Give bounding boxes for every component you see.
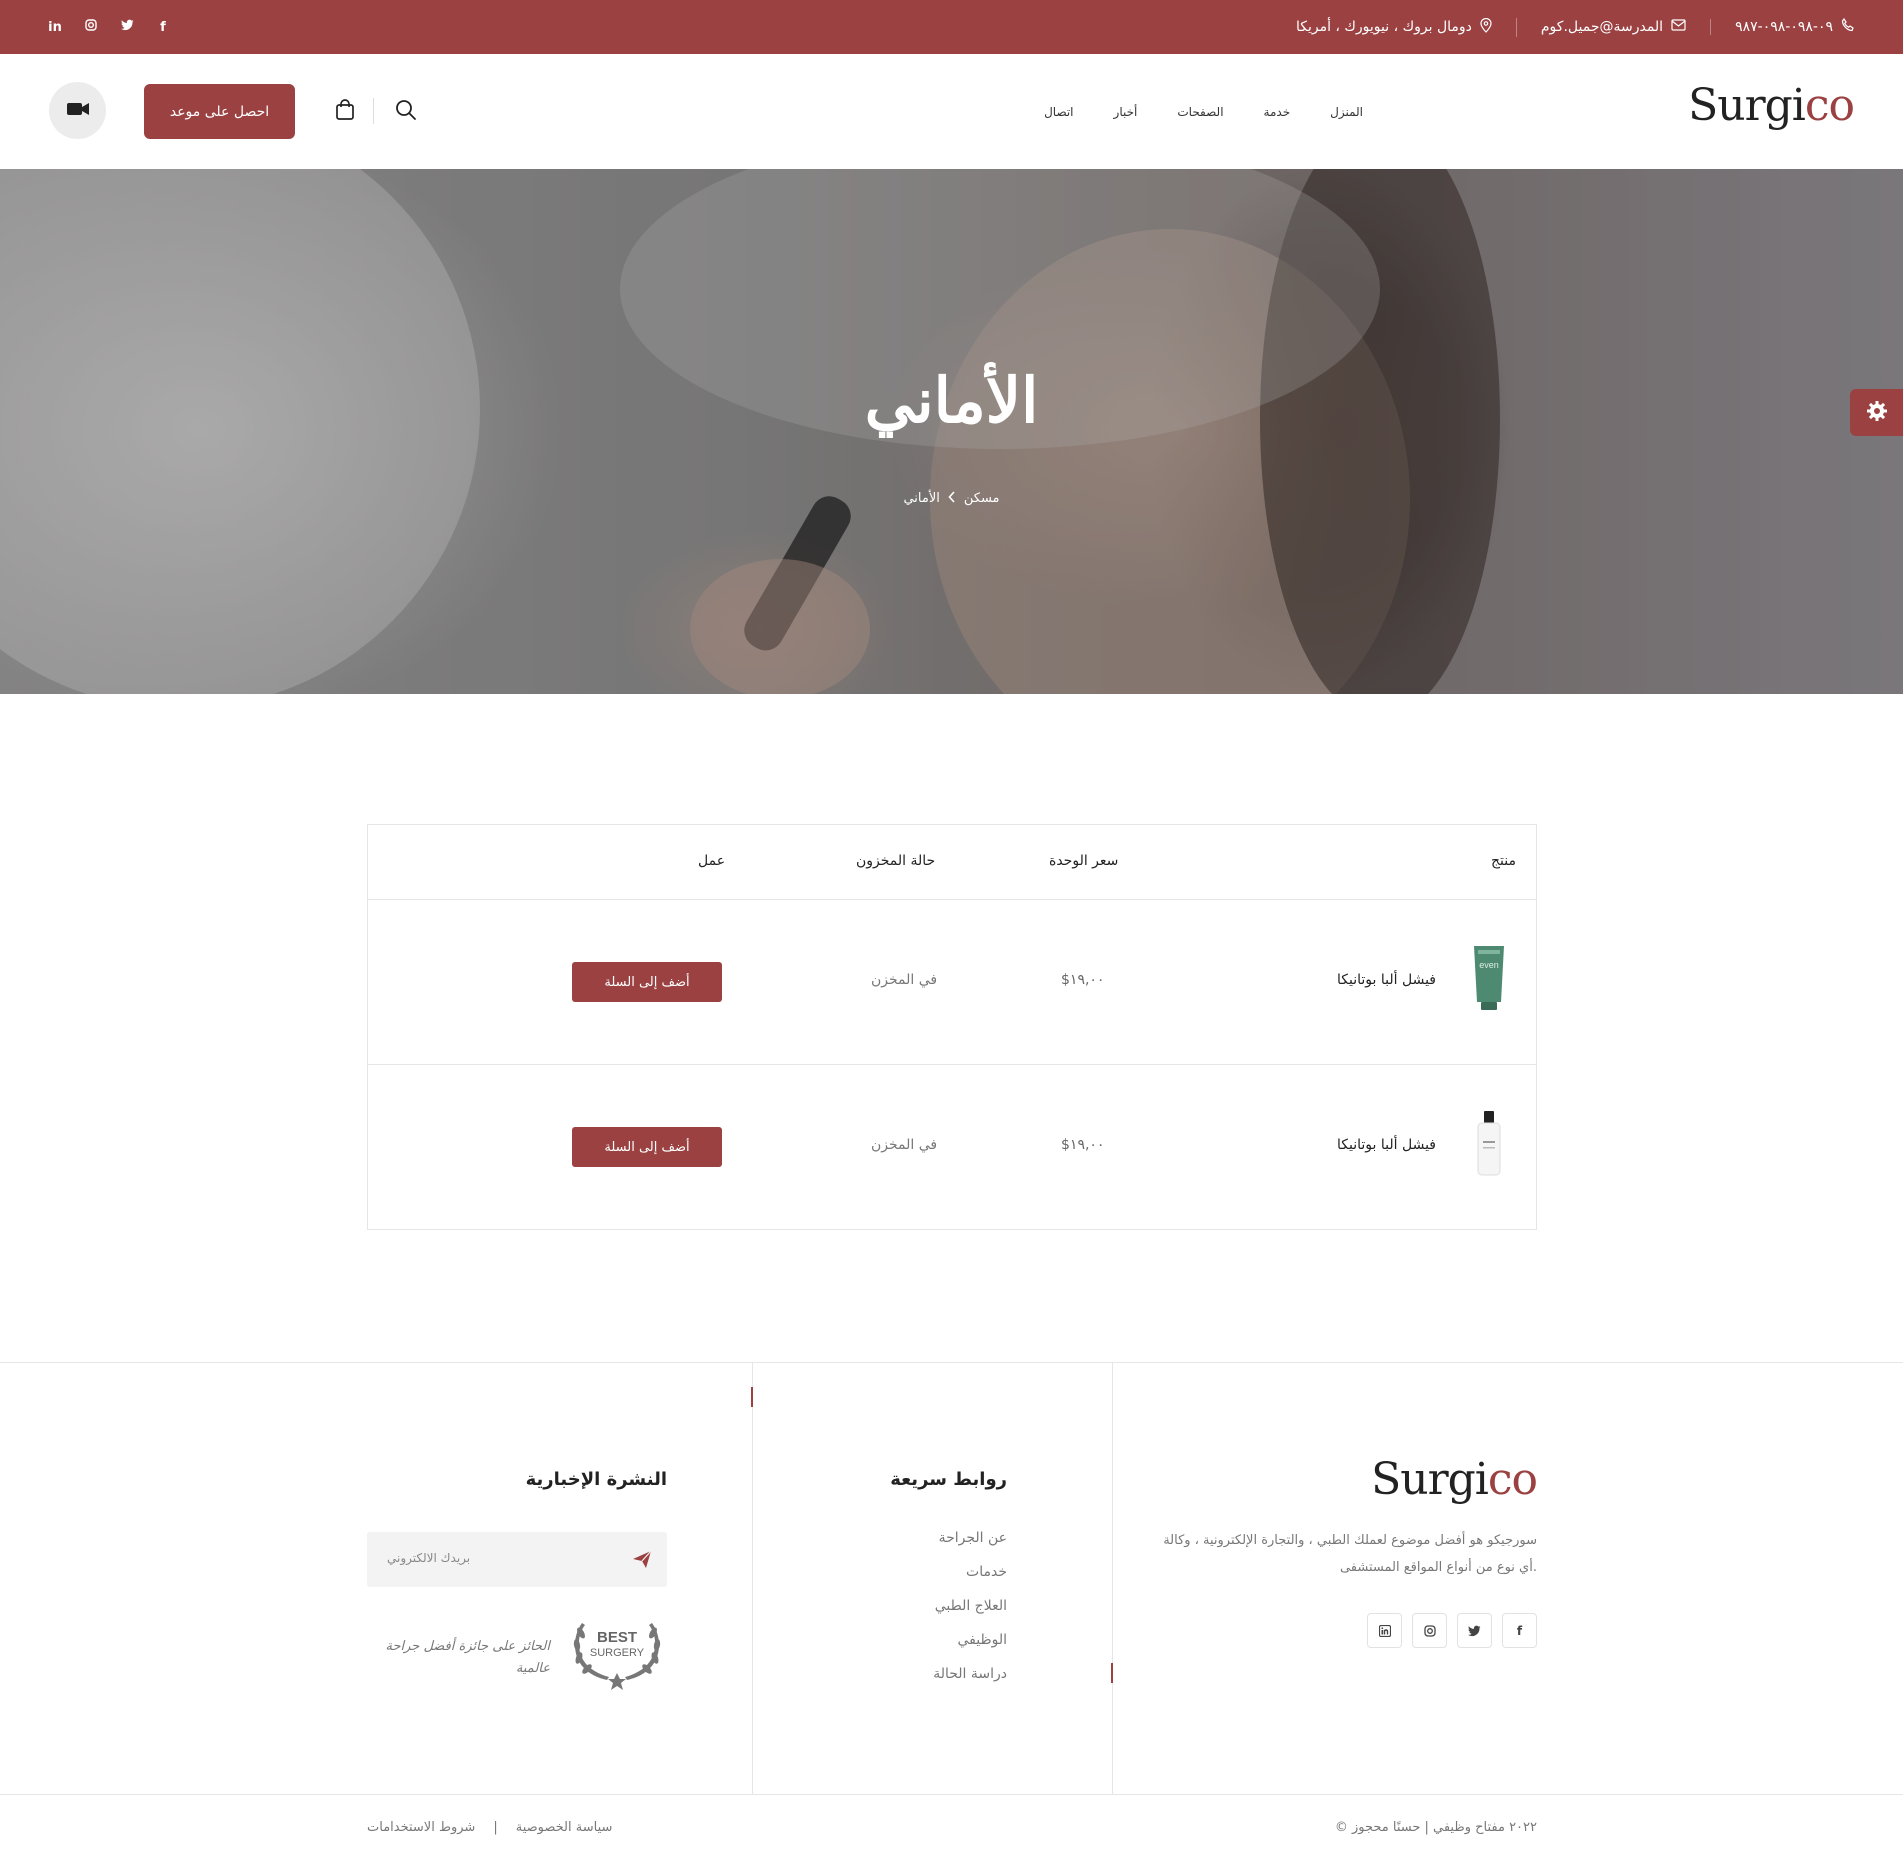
main-nav: المنزل خدمة الصفحات أخبار اتصال xyxy=(1044,54,1363,169)
address-info: دومال بروك ، نيويورك ، أمريكا xyxy=(1272,17,1517,37)
copyright-text: © ٢٠٢٢ مفتاح وظيفي | حسنًا محجوز xyxy=(1334,1820,1537,1835)
privacy-policy-link[interactable]: سياسة الخصوصية xyxy=(516,1820,613,1835)
quick-link-medical-treatment[interactable]: العلاج الطبي xyxy=(933,1589,1007,1623)
chevron-left-icon xyxy=(948,491,956,507)
logo-text: Surgi xyxy=(1688,80,1806,131)
footer-logo-accent-text: co xyxy=(1487,1454,1538,1505)
facebook-icon[interactable]: f xyxy=(156,20,170,35)
twitter-icon[interactable] xyxy=(120,19,134,35)
footer-logo-text: Surgi xyxy=(1371,1454,1489,1505)
product-name[interactable]: فيشل ألبا بوتانيكا xyxy=(1337,1137,1436,1153)
video-camera-button[interactable] xyxy=(49,82,106,139)
column-header-action: عمل xyxy=(698,853,726,869)
award-description: الحائز على جائزة أفضل جراحة عالمية xyxy=(385,1639,550,1676)
stock-status: في المخزن xyxy=(871,1137,938,1153)
twitter-icon[interactable] xyxy=(1457,1613,1492,1648)
page-hero: الأماني مسكن الأماني xyxy=(0,169,1903,694)
site-logo[interactable]: Surgico xyxy=(1688,80,1855,131)
page-title: الأماني xyxy=(864,364,1039,437)
table-row: even فيشل ألبا بوتانيكا $١٩,٠٠ في المخزن… xyxy=(368,900,1536,1065)
linkedin-icon[interactable]: in xyxy=(48,20,62,35)
newsletter-email-field[interactable]: بريدك الالكتروني xyxy=(367,1532,667,1587)
nav-item-home[interactable]: المنزل xyxy=(1330,105,1363,119)
video-camera-icon xyxy=(66,101,90,121)
linkedin-icon[interactable] xyxy=(1367,1613,1402,1648)
footer-description: سورجيكو هو أفضل موضوع لعملك الطبي ، والت… xyxy=(1163,1533,1537,1575)
instagram-icon[interactable] xyxy=(84,19,98,35)
product-price: $١٩,٠٠ xyxy=(1061,972,1105,988)
table-header-row: منتج سعر الوحدة حالة المخزون عمل xyxy=(368,825,1536,900)
send-paper-plane-icon[interactable] xyxy=(632,1549,652,1573)
bottom-bar: © ٢٠٢٢ مفتاح وظيفي | حسنًا محجوز سياسة ا… xyxy=(0,1794,1903,1860)
award-badge-top-text: BEST xyxy=(596,1629,637,1646)
get-appointment-button[interactable]: احصل على موعد xyxy=(144,84,295,139)
table-row: فيشل ألبا بوتانيكا $١٩,٠٠ في المخزن أضف … xyxy=(368,1065,1536,1230)
legal-links: سياسة الخصوصية | شروط الاستخدامات xyxy=(367,1820,612,1835)
footer-accent-mark xyxy=(1111,1663,1113,1683)
product-name[interactable]: فيشل ألبا بوتانيكا xyxy=(1337,972,1436,988)
product-thumbnail-bottle[interactable] xyxy=(1464,1107,1514,1179)
footer-divider xyxy=(752,1363,753,1795)
email-info[interactable]: المدرسة@جميل.كوم xyxy=(1517,19,1712,35)
quick-links-list: عن الجراحة خدمات العلاج الطبي الوظيفي در… xyxy=(933,1521,1007,1691)
product-price: $١٩,٠٠ xyxy=(1061,1137,1105,1153)
add-to-cart-button[interactable]: أضف إلى السلة xyxy=(572,1127,722,1167)
terms-of-use-link[interactable]: شروط الاستخدامات xyxy=(367,1820,475,1835)
breadcrumb: مسكن الأماني xyxy=(0,491,1903,507)
instagram-icon[interactable] xyxy=(1412,1613,1447,1648)
quick-link-case-study[interactable]: دراسة الحالة xyxy=(933,1657,1007,1691)
breadcrumb-home-link[interactable]: مسكن xyxy=(964,491,1000,507)
phone-info[interactable]: ٠٩-٠٩٨-٠٩٨-٩٨٧ xyxy=(1711,17,1855,36)
footer-logo[interactable]: Surgico xyxy=(1371,1454,1538,1505)
settings-toggle-button[interactable] xyxy=(1850,389,1903,436)
legal-links-divider: | xyxy=(493,1820,498,1835)
email-address: المدرسة@جميل.كوم xyxy=(1540,19,1664,35)
main-header: Surgico المنزل خدمة الصفحات أخبار اتصال … xyxy=(0,54,1903,169)
logo-accent-text: co xyxy=(1804,80,1855,131)
nav-item-news[interactable]: أخبار xyxy=(1114,105,1138,119)
quick-link-career[interactable]: الوظيفي xyxy=(933,1623,1007,1657)
add-to-cart-button[interactable]: أضف إلى السلة xyxy=(572,962,722,1002)
quick-links-title: روابط سريعة xyxy=(890,1469,1007,1490)
nav-item-pages[interactable]: الصفحات xyxy=(1177,105,1223,119)
best-surgery-award-badge: BEST SURGERY xyxy=(567,1613,667,1693)
top-social-links: in f xyxy=(48,0,170,54)
award-badge-bottom-text: SURGERY xyxy=(589,1647,645,1659)
shopping-bag-icon[interactable] xyxy=(333,96,357,124)
column-header-unit-price: سعر الوحدة xyxy=(1049,853,1119,869)
address-text: دومال بروك ، نيويورك ، أمريكا xyxy=(1295,19,1472,35)
wishlist-table: منتج سعر الوحدة حالة المخزون عمل even في… xyxy=(367,824,1537,1230)
breadcrumb-current: الأماني xyxy=(903,491,940,506)
product-thumbnail-tube[interactable]: even xyxy=(1464,942,1514,1014)
quick-link-about-surgery[interactable]: عن الجراحة xyxy=(933,1521,1007,1555)
search-icon[interactable] xyxy=(393,96,419,124)
nav-item-contact[interactable]: اتصال xyxy=(1044,105,1073,119)
column-header-product: منتج xyxy=(1491,853,1516,869)
phone-icon xyxy=(1841,17,1855,36)
phone-number: ٠٩-٠٩٨-٠٩٨-٩٨٧ xyxy=(1735,19,1833,35)
top-contact-info: ٠٩-٠٩٨-٠٩٨-٩٨٧ المدرسة@جميل.كوم دومال بر… xyxy=(1272,0,1855,54)
svg-text:even: even xyxy=(1479,960,1499,970)
gear-icon xyxy=(1866,400,1888,426)
quick-link-services[interactable]: خدمات xyxy=(933,1555,1007,1589)
footer-accent-mark xyxy=(751,1387,753,1407)
nav-item-service[interactable]: خدمة xyxy=(1264,105,1291,119)
site-footer: Surgico سورجيكو هو أفضل موضوع لعملك الطب… xyxy=(0,1362,1903,1795)
newsletter-title: النشرة الإخبارية xyxy=(525,1469,667,1490)
footer-social-links: f xyxy=(1367,1613,1537,1648)
top-bar: in f ٠٩-٠٩٨-٠٩٨-٩٨٧ المدرسة@جميل.كوم دوم… xyxy=(0,0,1903,54)
facebook-icon[interactable]: f xyxy=(1502,1613,1537,1648)
email-placeholder: بريدك الالكتروني xyxy=(387,1551,471,1565)
footer-divider xyxy=(1112,1363,1113,1795)
header-divider xyxy=(373,98,374,124)
envelope-icon xyxy=(1671,19,1686,35)
location-pin-icon xyxy=(1480,17,1492,37)
column-header-stock-status: حالة المخزون xyxy=(856,853,936,869)
stock-status: في المخزن xyxy=(871,972,938,988)
